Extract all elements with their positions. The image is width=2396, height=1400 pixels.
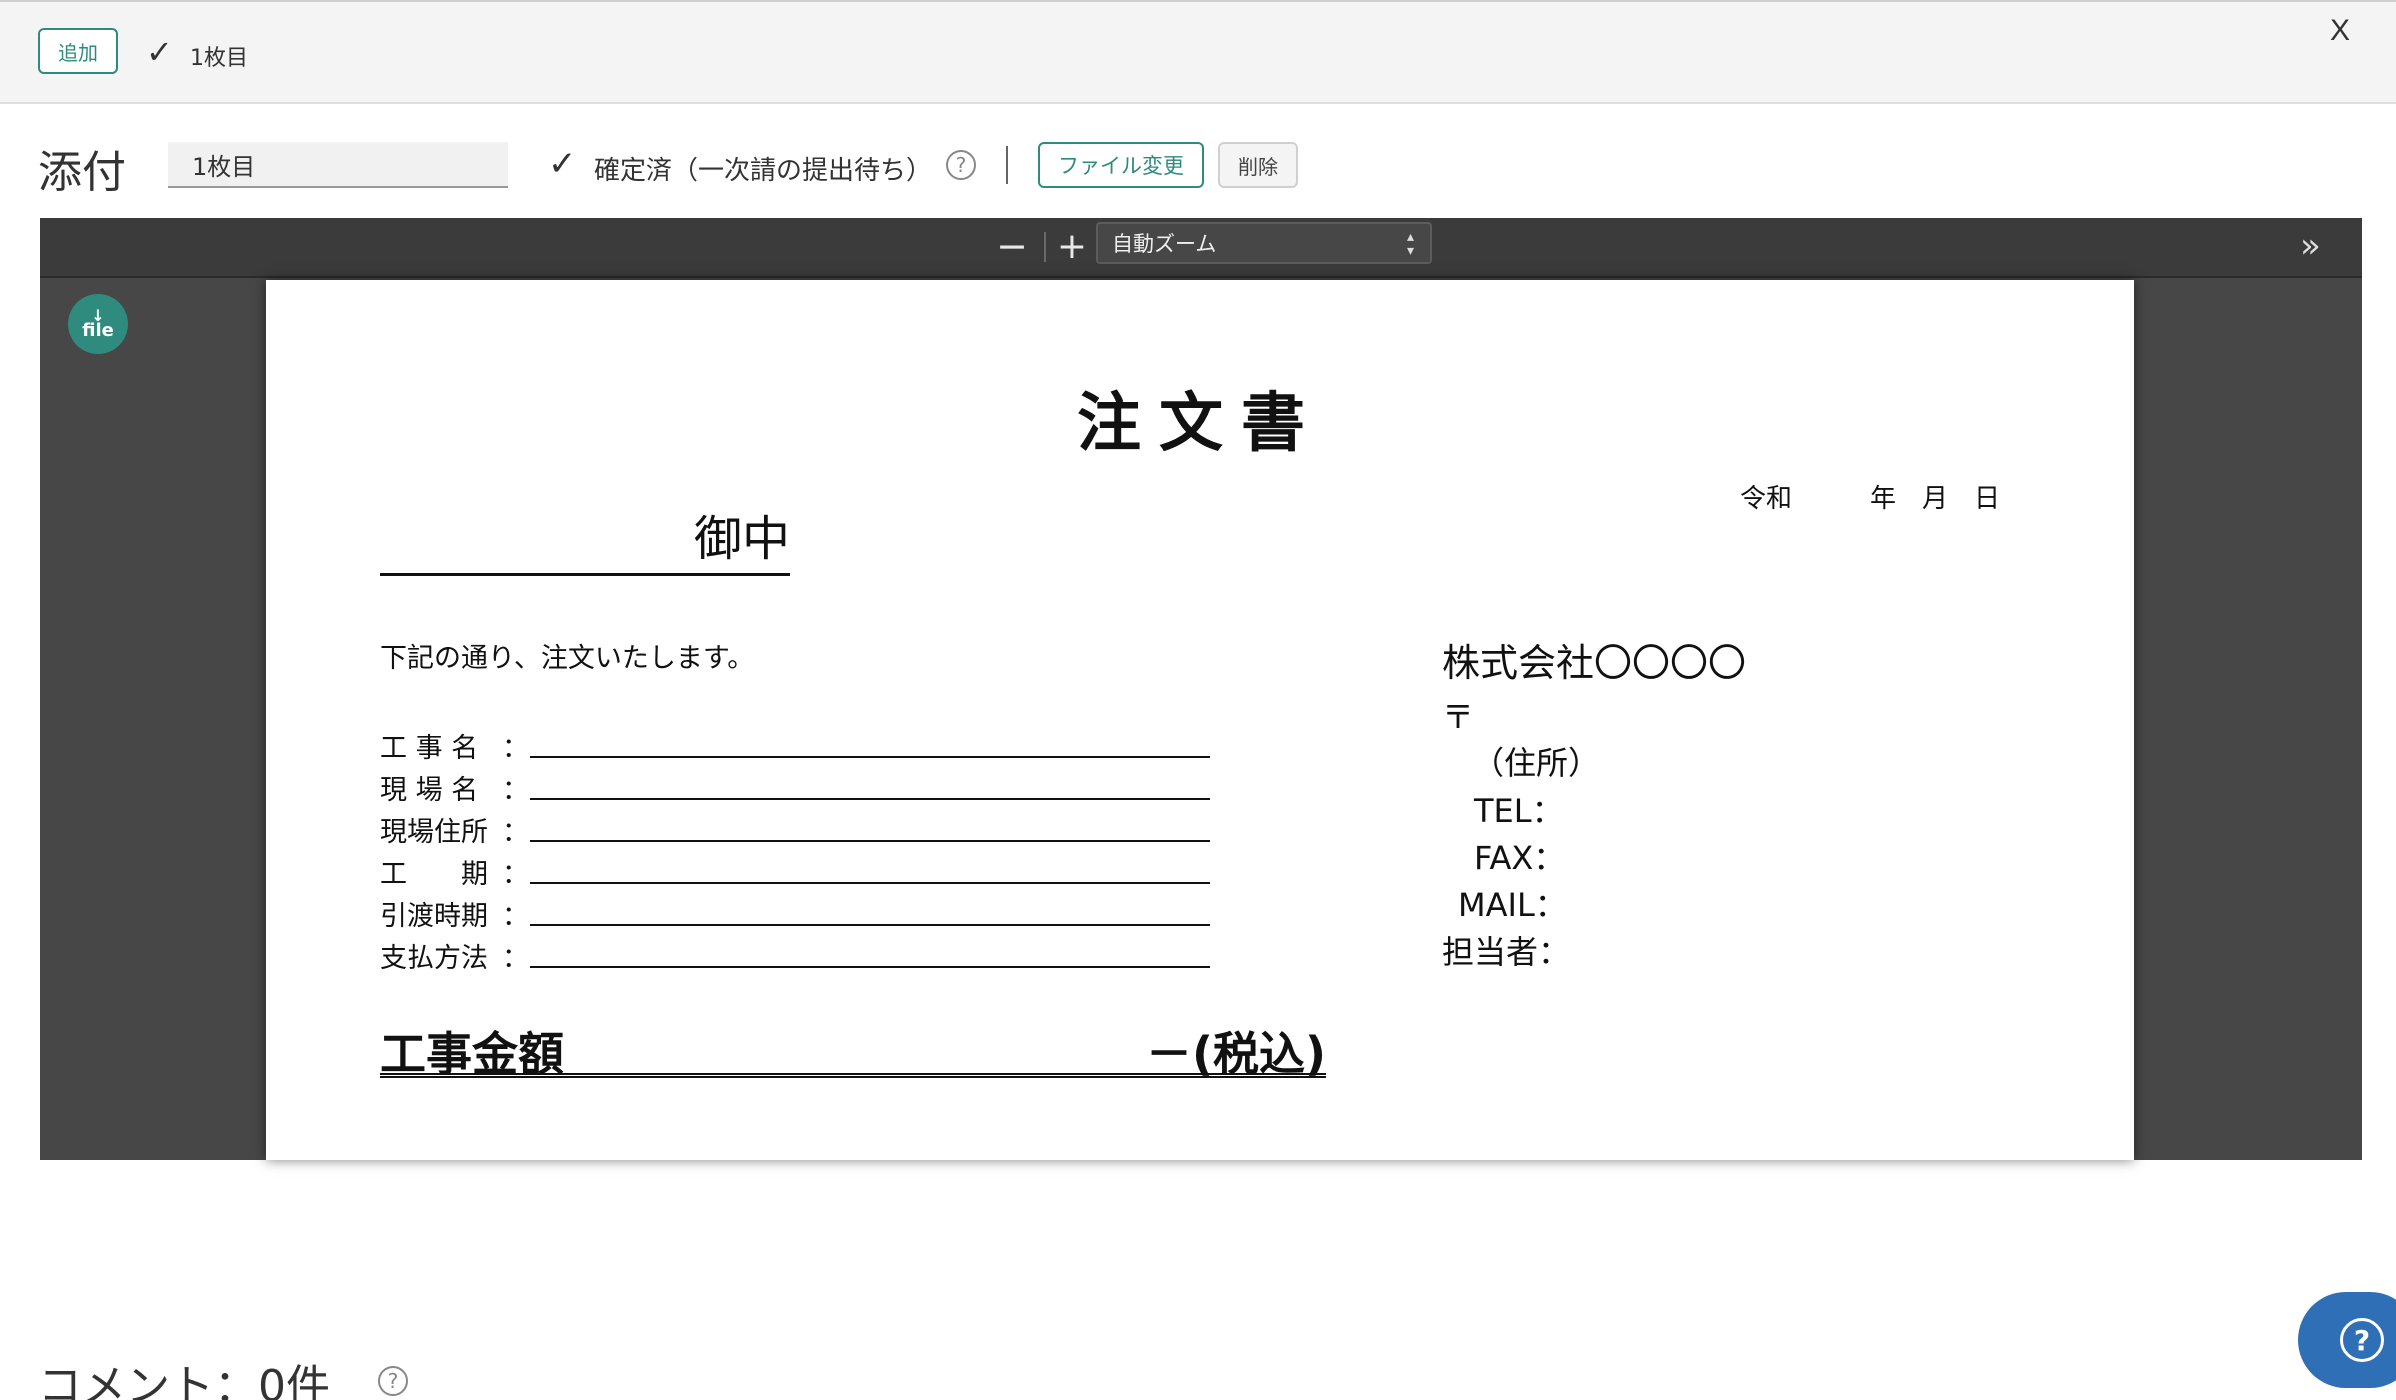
divider bbox=[1006, 146, 1008, 184]
help-fab-button[interactable]: ? bbox=[2298, 1292, 2396, 1388]
company-name: 株式会社〇〇〇〇 bbox=[1442, 641, 1747, 685]
total-label: 工事金額 bbox=[380, 1027, 564, 1081]
comment-count: コメント：0件 bbox=[38, 1361, 330, 1400]
postal-mark: 〒 bbox=[1442, 698, 1475, 736]
help-icon[interactable]: ? bbox=[946, 150, 976, 180]
document-page: 注文書 令和 年 月 日 御中 下記の通り、注文いたします。 工 事 名 ： 現… bbox=[266, 280, 2134, 1160]
field-underline bbox=[530, 756, 1210, 758]
company-tel: TEL： bbox=[1474, 792, 1564, 830]
total-amount-line: 工事金額 －(税込) bbox=[380, 1018, 1326, 1081]
change-file-button[interactable]: ファイル変更 bbox=[1038, 142, 1204, 188]
add-button[interactable]: 追加 bbox=[38, 28, 118, 74]
status-check-icon: ✓ bbox=[548, 144, 577, 184]
company-address: （住所） bbox=[1472, 744, 1601, 782]
company-fax: FAX： bbox=[1474, 839, 1566, 877]
recipient-line: 御中 bbox=[380, 511, 790, 576]
file-download-button[interactable]: ↓ file bbox=[68, 294, 128, 354]
comment-help-icon[interactable]: ? bbox=[378, 1366, 408, 1396]
field-label: 工 事 名 bbox=[380, 733, 479, 764]
field-underline bbox=[530, 882, 1210, 884]
close-icon[interactable]: X bbox=[2330, 14, 2350, 48]
field-row: 工 期 ： bbox=[380, 848, 1210, 890]
field-colon: ： bbox=[502, 775, 529, 806]
viewer-toolbar: − + 自動ズーム ▴ ▾ » bbox=[40, 218, 2362, 278]
field-row: 現場住所 ： bbox=[380, 806, 1210, 848]
help-icon: ? bbox=[2340, 1318, 2384, 1362]
zoom-select[interactable]: 自動ズーム ▴ ▾ bbox=[1096, 222, 1432, 264]
status-text: 確定済（一次請の提出待ち） bbox=[594, 156, 933, 186]
attachment-title: 添付 bbox=[38, 147, 126, 198]
intro-text: 下記の通り、注文いたします。 bbox=[380, 643, 755, 674]
field-underline bbox=[530, 924, 1210, 926]
sidebar-toggle-icon[interactable]: » bbox=[2300, 226, 2321, 266]
field-colon: ： bbox=[502, 733, 529, 764]
company-contact: 担当者： bbox=[1442, 933, 1571, 971]
sheet-name-input[interactable] bbox=[168, 142, 508, 188]
field-label: 現 場 名 bbox=[380, 775, 479, 806]
pdf-viewer: − + 自動ズーム ▴ ▾ » ↓ file 注文書 令和 年 月 日 御中 下記… bbox=[40, 218, 2362, 1160]
field-label: 支払方法 bbox=[380, 943, 488, 974]
field-row: 引渡時期 ： bbox=[380, 890, 1210, 932]
zoom-select-value: 自動ズーム bbox=[1112, 232, 1217, 256]
field-row: 支払方法 ： bbox=[380, 932, 1210, 974]
document-title: 注文書 bbox=[1077, 387, 1323, 461]
select-caret-icon: ▴ ▾ bbox=[1406, 229, 1414, 259]
field-row: 現 場 名 ： bbox=[380, 764, 1210, 806]
field-colon: ： bbox=[502, 943, 529, 974]
field-colon: ： bbox=[502, 817, 529, 848]
delete-button[interactable]: 削除 bbox=[1218, 142, 1298, 188]
field-colon: ： bbox=[502, 859, 529, 890]
recipient-suffix: 御中 bbox=[693, 511, 790, 567]
check-icon: ✓ bbox=[146, 33, 173, 71]
top-bar: 追加 ✓ 1枚目 X bbox=[0, 0, 2396, 104]
company-mail: MAIL： bbox=[1458, 886, 1567, 924]
field-row: 工 事 名 ： bbox=[380, 722, 1210, 764]
field-underline bbox=[530, 798, 1210, 800]
field-colon: ： bbox=[502, 901, 529, 932]
zoom-out-button[interactable]: − bbox=[990, 224, 1034, 268]
document-date: 令和 年 月 日 bbox=[1740, 484, 2001, 514]
field-label: 工 期 bbox=[380, 859, 488, 890]
zoom-in-button[interactable]: + bbox=[1050, 224, 1094, 268]
total-suffix: －(税込) bbox=[1145, 1027, 1326, 1081]
field-underline bbox=[530, 966, 1210, 968]
toolbar-separator bbox=[1044, 232, 1046, 262]
field-label: 引渡時期 bbox=[380, 901, 488, 932]
field-label: 現場住所 bbox=[380, 817, 488, 848]
sheet-tab-label[interactable]: 1枚目 bbox=[190, 40, 248, 72]
field-underline bbox=[530, 840, 1210, 842]
download-label: file bbox=[82, 320, 114, 341]
